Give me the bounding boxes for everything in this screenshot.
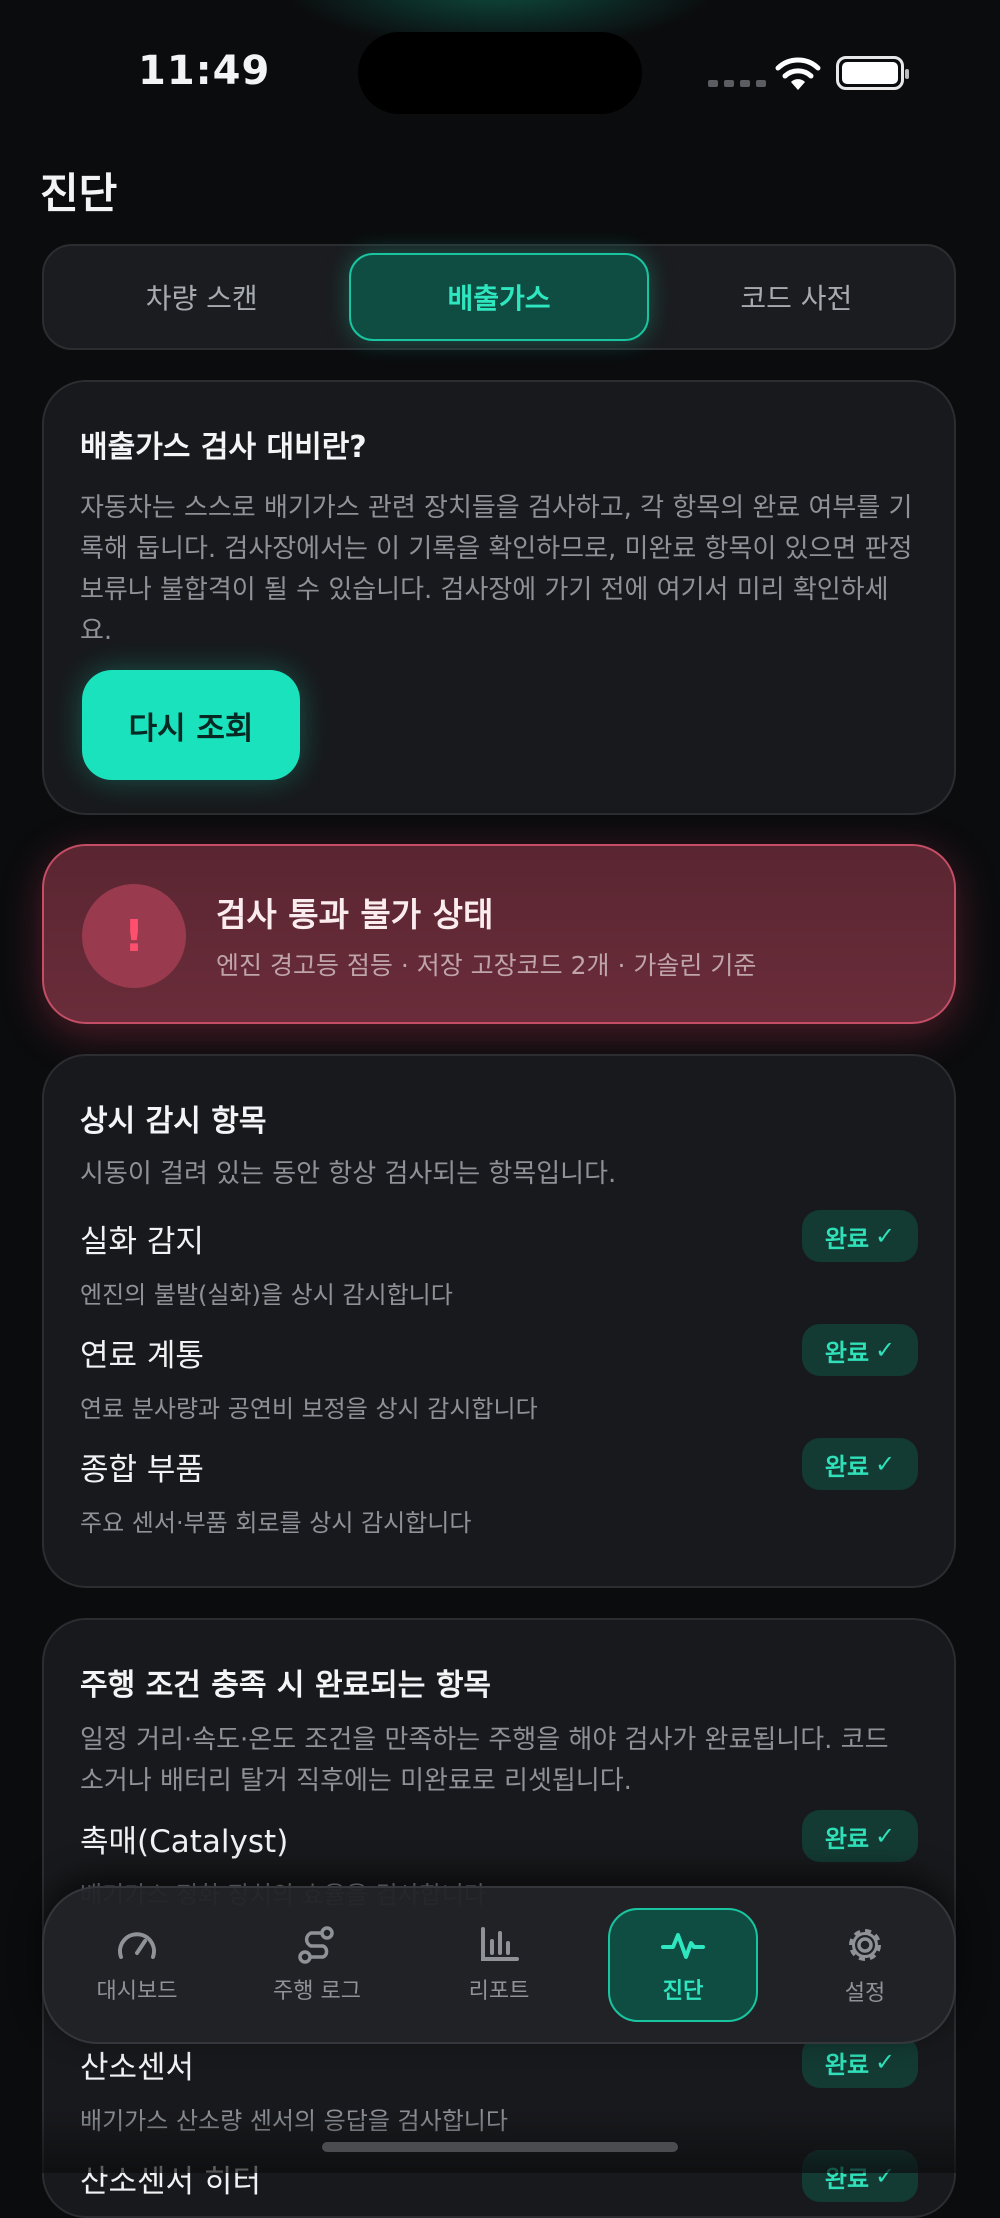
tab-settings[interactable]: 설정 (790, 1908, 940, 2022)
segment-vehicle-scan[interactable]: 차량 스캔 (54, 255, 349, 339)
status-time: 11:49 (138, 48, 271, 94)
status-badge: 완료 ✓ (802, 1438, 918, 1490)
gauge-icon (115, 1925, 159, 1965)
segment-code-dictionary[interactable]: 코드 사전 (649, 255, 944, 339)
alert-subtitle: 엔진 경고등 점등 · 저장 고장코드 2개 · 가솔린 기준 (216, 951, 757, 980)
list-item: 실화 감지 엔진의 불발(실화)을 상시 감시합니다 완료 ✓ (80, 1210, 918, 1310)
status-badge: 완료 ✓ (802, 1210, 918, 1262)
home-indicator (322, 2142, 678, 2152)
check-icon: ✓ (875, 1222, 896, 1250)
item-name: 산소센서 (80, 2050, 195, 2086)
alert-icon: ! (82, 884, 186, 988)
bottom-tab-bar: 대시보드 주행 로그 리포트 진단 설정 (42, 1886, 956, 2044)
gear-icon (843, 1923, 887, 1967)
info-card-title: 배출가스 검사 대비란? (80, 430, 367, 465)
emissions-info-card: 배출가스 검사 대비란? 자동차는 스스로 배기가스 관련 장치들을 검사하고,… (42, 380, 956, 815)
item-description: 주요 센서·부품 회로를 상시 감시합니다 (80, 1509, 472, 1537)
alert-title: 검사 통과 불가 상태 (216, 895, 494, 934)
info-card-description: 자동차는 스스로 배기가스 관련 장치들을 검사하고, 각 항목의 완료 여부를… (80, 493, 913, 646)
tab-report[interactable]: 리포트 (424, 1908, 574, 2022)
pulse-icon (659, 1925, 707, 1965)
refresh-button[interactable]: 다시 조회 (82, 670, 300, 780)
item-name: 연료 계통 (80, 1338, 204, 1374)
monitors-title: 상시 감시 항목 (80, 1104, 267, 1139)
list-item: 종합 부품 주요 센서·부품 회로를 상시 감시합니다 완료 ✓ (80, 1438, 918, 1538)
check-icon: ✓ (875, 1450, 896, 1478)
cellular-signal-icon (708, 80, 766, 87)
tab-label: 리포트 (468, 1979, 530, 2004)
tab-label: 진단 (662, 1979, 704, 2004)
tab-diagnostics[interactable]: 진단 (608, 1908, 758, 2022)
wifi-icon (775, 56, 821, 96)
route-icon (295, 1925, 339, 1965)
battery-icon (836, 56, 909, 90)
check-icon: ✓ (875, 1336, 896, 1364)
drive-cycle-title: 주행 조건 충족 시 완료되는 항목 (80, 1668, 492, 1703)
check-icon: ✓ (875, 2048, 896, 2076)
segmented-control: 차량 스캔 배출가스 코드 사전 (42, 244, 956, 350)
check-icon: ✓ (875, 1822, 896, 1850)
item-description: 엔진의 불발(실화)을 상시 감시합니다 (80, 1281, 453, 1309)
item-name: 종합 부품 (80, 1452, 204, 1488)
status-badge: 완료 ✓ (802, 1324, 918, 1376)
tab-drive-log[interactable]: 주행 로그 (242, 1908, 392, 2022)
tab-label: 대시보드 (96, 1979, 178, 2004)
item-name: 촉매(Catalyst) (80, 1824, 289, 1860)
item-name: 실화 감지 (80, 1224, 204, 1260)
monitors-description: 시동이 걸려 있는 동안 항상 검사되는 항목입니다. (80, 1159, 617, 1189)
dynamic-island (358, 32, 642, 114)
tab-label: 설정 (844, 1981, 886, 2006)
tab-dashboard[interactable]: 대시보드 (62, 1908, 212, 2022)
continuous-monitors-card: 상시 감시 항목 시동이 걸려 있는 동안 항상 검사되는 항목입니다. 실화 … (42, 1054, 956, 1588)
list-item: 연료 계통 연료 분사량과 공연비 보정을 상시 감시합니다 완료 ✓ (80, 1324, 918, 1424)
bar-chart-icon (477, 1925, 521, 1965)
item-description: 연료 분사량과 공연비 보정을 상시 감시합니다 (80, 1395, 538, 1423)
page-title: 진단 (40, 169, 118, 218)
segment-emissions[interactable]: 배출가스 (349, 253, 649, 341)
status-badge: 완료 ✓ (802, 1810, 918, 1862)
inspection-fail-alert: ! 검사 통과 불가 상태 엔진 경고등 점등 · 저장 고장코드 2개 · 가… (42, 844, 956, 1024)
drive-cycle-description: 일정 거리·속도·온도 조건을 만족하는 주행을 해야 검사가 완료됩니다. 코… (80, 1725, 889, 1796)
tab-label: 주행 로그 (273, 1979, 361, 2004)
